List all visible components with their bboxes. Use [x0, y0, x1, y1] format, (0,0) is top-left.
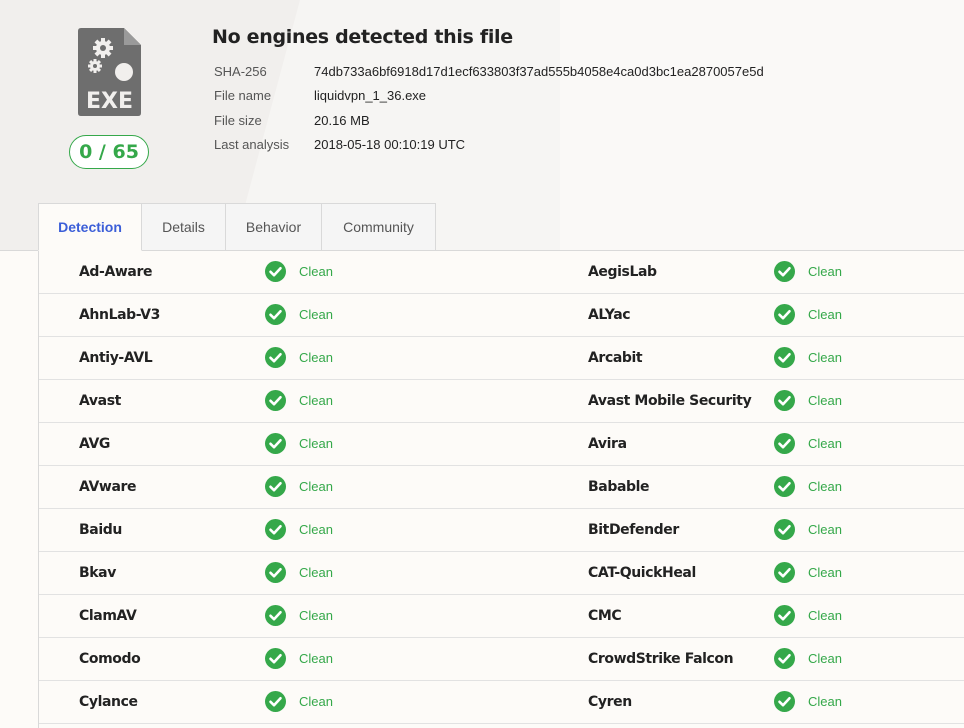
tab-behavior[interactable]: Behavior	[226, 203, 322, 251]
detection-result: Clean	[808, 565, 842, 580]
check-circle-icon	[265, 691, 286, 712]
check-circle-icon	[774, 605, 795, 626]
table-row: Baidu Clean BitDefender Clean	[39, 509, 964, 552]
engine-name: Bkav	[79, 565, 116, 581]
check-circle-icon	[265, 562, 286, 583]
detection-result: Clean	[808, 393, 842, 408]
engine-name: ALYac	[588, 307, 631, 323]
table-row: Cylance Clean Cyren Clean	[39, 681, 964, 724]
sha256-value: 74db733a6bf6918d17d1ecf633803f37ad555b40…	[314, 64, 764, 79]
detection-result: Clean	[299, 307, 333, 322]
detection-score-badge: 0 / 65	[69, 135, 149, 169]
engine-name: CAT-QuickHeal	[588, 565, 696, 581]
engine-name: Avast Mobile Security	[588, 393, 752, 409]
table-row: ClamAV Clean CMC Clean	[39, 595, 964, 638]
check-circle-icon	[265, 433, 286, 454]
engine-name: Comodo	[79, 651, 141, 667]
engine-name: CMC	[588, 608, 622, 624]
exe-icon-label: EXE	[86, 89, 133, 114]
tab-bar: Detection Details Behavior Community	[38, 203, 436, 251]
engine-name: AegisLab	[588, 264, 657, 280]
detection-result: Clean	[808, 264, 842, 279]
engine-name: BitDefender	[588, 522, 679, 538]
detection-results-table: Ad-Aware Clean AegisLab Clean AhnLab-V3 Clean…	[38, 251, 964, 728]
sha256-label: SHA-256	[214, 64, 267, 79]
check-circle-icon	[265, 390, 286, 411]
check-circle-icon	[774, 304, 795, 325]
detection-result: Clean	[299, 264, 333, 279]
detection-result: Clean	[808, 694, 842, 709]
engine-name: AVG	[79, 436, 111, 452]
detection-result: Clean	[299, 350, 333, 365]
detection-result: Clean	[808, 350, 842, 365]
detection-result: Clean	[808, 651, 842, 666]
table-row: AVware Clean Babable Clean	[39, 466, 964, 509]
engine-name: Antiy-AVL	[79, 350, 153, 366]
table-row: Bkav Clean CAT-QuickHeal Clean	[39, 552, 964, 595]
check-circle-icon	[774, 519, 795, 540]
engine-name: Ad-Aware	[79, 264, 153, 280]
table-row: Comodo Clean CrowdStrike Falcon Clean	[39, 638, 964, 681]
check-circle-icon	[774, 691, 795, 712]
detection-result: Clean	[299, 608, 333, 623]
detection-result: Clean	[299, 522, 333, 537]
check-circle-icon	[265, 519, 286, 540]
engine-name: Cylance	[79, 694, 138, 710]
table-row: Antiy-AVL Clean Arcabit Clean	[39, 337, 964, 380]
file-size-value: 20.16 MB	[314, 113, 370, 128]
engine-name: Babable	[588, 479, 650, 495]
engine-name: Avira	[588, 436, 627, 452]
detection-result: Clean	[808, 522, 842, 537]
tab-detection[interactable]: Detection	[38, 203, 142, 251]
table-row: AVG Clean Avira Clean	[39, 423, 964, 466]
detection-result: Clean	[299, 479, 333, 494]
check-circle-icon	[774, 261, 795, 282]
check-circle-icon	[265, 261, 286, 282]
engine-name: AhnLab-V3	[79, 307, 160, 323]
last-analysis-label: Last analysis	[214, 137, 290, 152]
check-circle-icon	[774, 347, 795, 368]
check-circle-icon	[265, 304, 286, 325]
detection-result: Clean	[299, 565, 333, 580]
detection-result: Clean	[808, 436, 842, 451]
detection-result: Clean	[299, 436, 333, 451]
engine-name: Avast	[79, 393, 121, 409]
check-circle-icon	[774, 562, 795, 583]
check-circle-icon	[265, 347, 286, 368]
page-title: No engines detected this file	[212, 26, 513, 48]
detection-result: Clean	[808, 479, 842, 494]
check-circle-icon	[774, 648, 795, 669]
check-circle-icon	[774, 433, 795, 454]
engine-name: AVware	[79, 479, 137, 495]
tab-details[interactable]: Details	[142, 203, 226, 251]
engine-name: ClamAV	[79, 608, 137, 624]
detection-result: Clean	[299, 694, 333, 709]
table-row: AhnLab-V3 Clean ALYac Clean	[39, 294, 964, 337]
detection-result: Clean	[808, 608, 842, 623]
table-row: Avast Clean Avast Mobile Security Clean	[39, 380, 964, 423]
check-circle-icon	[265, 648, 286, 669]
detection-result: Clean	[808, 307, 842, 322]
file-name-label: File name	[214, 88, 272, 103]
check-circle-icon	[265, 476, 286, 497]
table-row: Ad-Aware Clean AegisLab Clean	[39, 251, 964, 294]
last-analysis-value: 2018-05-18 00:10:19 UTC	[314, 137, 466, 152]
detection-result: Clean	[299, 393, 333, 408]
file-size-label: File size	[214, 113, 262, 128]
engine-name: CrowdStrike Falcon	[588, 651, 734, 667]
engine-name: Arcabit	[588, 350, 643, 366]
file-name-value: liquidvpn_1_36.exe	[314, 88, 427, 103]
check-circle-icon	[774, 476, 795, 497]
engine-name: Baidu	[79, 522, 122, 538]
tab-community[interactable]: Community	[322, 203, 436, 251]
header-background-shape	[560, 0, 964, 251]
check-circle-icon	[774, 390, 795, 411]
exe-file-icon: EXE	[78, 28, 141, 116]
detection-result: Clean	[299, 651, 333, 666]
check-circle-icon	[265, 605, 286, 626]
engine-name: Cyren	[588, 694, 632, 710]
